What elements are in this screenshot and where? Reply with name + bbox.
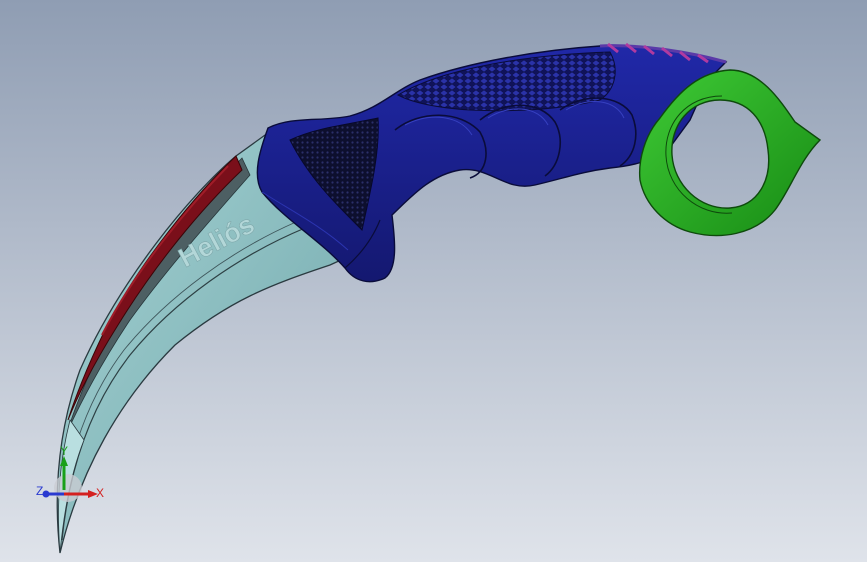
x-axis-label: X xyxy=(96,486,104,500)
z-axis-label: Z xyxy=(36,484,43,498)
z-axis-head xyxy=(42,490,50,498)
triad-origin xyxy=(54,474,82,502)
graphics-viewport[interactable]: Heliós Y X Z xyxy=(0,0,867,562)
y-axis-label: Y xyxy=(60,444,68,458)
model-canvas[interactable]: Heliós Y X Z xyxy=(0,0,867,562)
